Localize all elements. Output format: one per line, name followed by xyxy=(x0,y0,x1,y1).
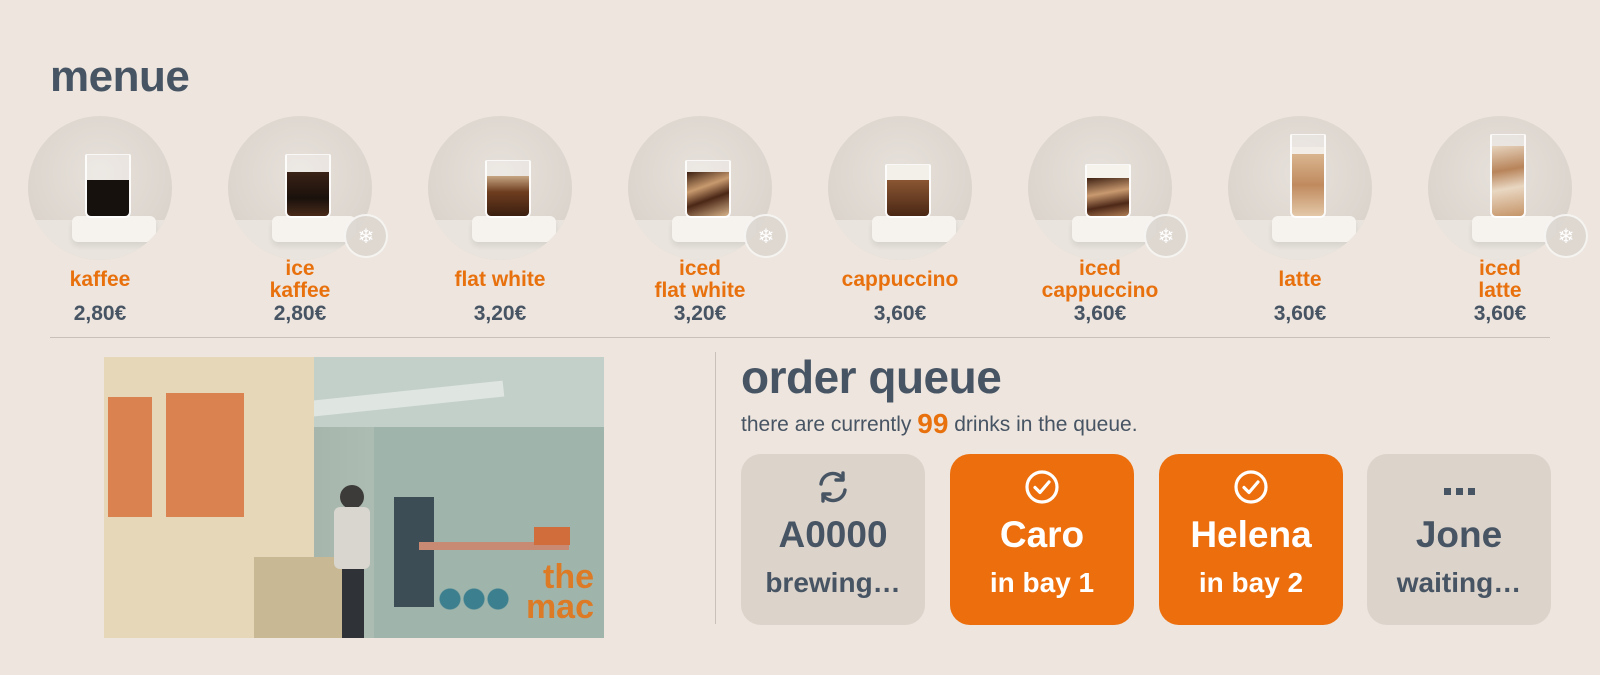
order-status: brewing… xyxy=(765,567,901,598)
item-price: 2,80€ xyxy=(273,302,327,325)
order-status: in bay 2 xyxy=(1198,567,1304,598)
item-name: ice kaffee xyxy=(269,257,331,302)
queue-title: order queue xyxy=(741,351,1002,403)
live-video-feed[interactable]: the mac xyxy=(104,357,604,638)
item-price: 3,20€ xyxy=(473,302,527,325)
order-status: in bay 1 xyxy=(989,567,1095,598)
drink-photo xyxy=(28,116,172,260)
item-price: 3,60€ xyxy=(1473,302,1527,325)
menu-list: kaffee 2,80€ ❄ ice kaffee 2,80€ flat whit… xyxy=(0,116,1600,336)
menu-item-iced-cappuccino[interactable]: ❄ iced cappuccino 3,60€ xyxy=(1000,116,1200,336)
sync-icon xyxy=(741,469,925,505)
queue-count: 99 xyxy=(917,408,949,439)
order-name: Jone xyxy=(1415,514,1503,555)
item-name: iced cappuccino xyxy=(1041,257,1159,302)
drink-photo xyxy=(1228,116,1372,260)
item-price: 3,60€ xyxy=(873,302,927,325)
item-price: 3,60€ xyxy=(1073,302,1127,325)
item-price: 3,60€ xyxy=(1273,302,1327,325)
menu-item-flat-white[interactable]: flat white 3,20€ xyxy=(400,116,600,336)
menu-item-iced-latte[interactable]: ❄ iced latte 3,60€ xyxy=(1400,116,1600,336)
drink-photo xyxy=(828,116,972,260)
order-card-helena[interactable]: Helena in bay 2 xyxy=(1159,454,1343,625)
ice-icon: ❄ xyxy=(344,214,388,258)
check-circle-icon xyxy=(950,469,1134,505)
section-divider xyxy=(715,352,716,624)
item-name: iced flat white xyxy=(654,257,746,302)
order-name: A0000 xyxy=(778,514,888,555)
ice-icon: ❄ xyxy=(1544,214,1588,258)
ice-icon: ❄ xyxy=(744,214,788,258)
order-card-caro[interactable]: Caro in bay 1 xyxy=(950,454,1134,625)
order-name: Caro xyxy=(999,514,1085,555)
drink-photo xyxy=(428,116,572,260)
order-status: waiting… xyxy=(1396,567,1522,598)
video-logo: the mac xyxy=(525,558,594,626)
item-name: iced latte xyxy=(1478,257,1522,302)
queue-summary: there are currently 99 drinks in the que… xyxy=(741,408,1138,439)
ellipsis-icon xyxy=(1367,469,1551,505)
item-name: cappuccino xyxy=(841,268,959,291)
item-price: 2,80€ xyxy=(73,302,127,325)
menu-item-ice-kaffee[interactable]: ❄ ice kaffee 2,80€ xyxy=(200,116,400,336)
menu-item-latte[interactable]: latte 3,60€ xyxy=(1200,116,1400,336)
check-circle-icon xyxy=(1159,469,1343,505)
item-name: kaffee xyxy=(69,268,131,291)
menu-item-kaffee[interactable]: kaffee 2,80€ xyxy=(0,116,200,336)
item-name: flat white xyxy=(454,268,546,291)
item-name: latte xyxy=(1278,268,1322,291)
order-card-jone[interactable]: Jone waiting… xyxy=(1367,454,1551,625)
order-card-a0000[interactable]: A0000 brewing… xyxy=(741,454,925,625)
ice-icon: ❄ xyxy=(1144,214,1188,258)
menu-item-cappuccino[interactable]: cappuccino 3,60€ xyxy=(800,116,1000,336)
barista-figure xyxy=(332,485,372,638)
menu-divider xyxy=(50,337,1550,338)
item-price: 3,20€ xyxy=(673,302,727,325)
menu-title: menue xyxy=(50,52,190,101)
order-name: Helena xyxy=(1190,514,1312,555)
menu-item-iced-flat-white[interactable]: ❄ iced flat white 3,20€ xyxy=(600,116,800,336)
